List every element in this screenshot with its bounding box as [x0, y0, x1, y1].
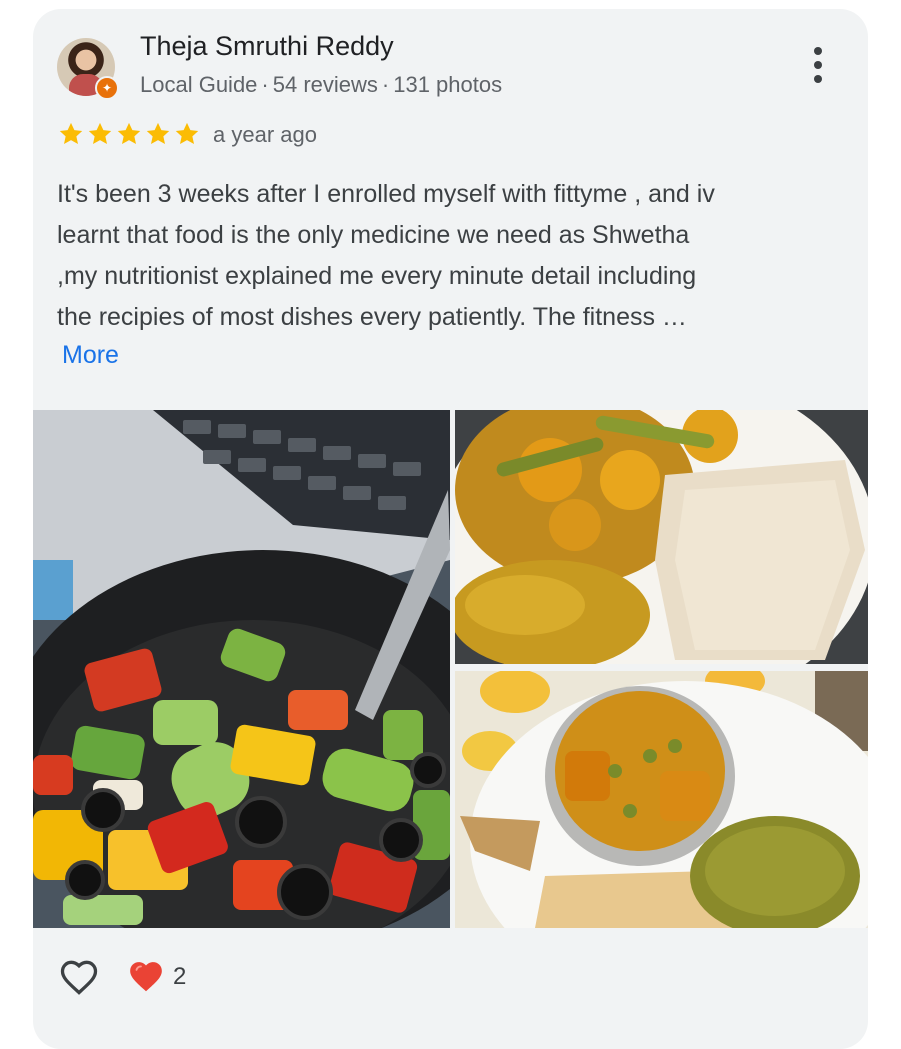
- review-text-line: It's been 3 weeks after I enrolled mysel…: [57, 180, 715, 208]
- review-text[interactable]: It's been 3 weeks after I enrolled mysel…: [57, 174, 847, 338]
- like-heart-outline-icon[interactable]: [57, 955, 101, 999]
- review-actions: 2: [57, 955, 186, 999]
- star-icon: [88, 122, 112, 145]
- heart-reaction-button[interactable]: 2: [127, 958, 186, 996]
- star-icon: [59, 122, 83, 145]
- local-guide-badge-icon: ✦: [95, 76, 119, 100]
- heart-reaction-icon: [130, 962, 162, 992]
- review-photo-dosa[interactable]: [455, 410, 868, 664]
- star-icon: [146, 122, 170, 145]
- review-text-line: ,my nutritionist explained me every minu…: [57, 262, 697, 290]
- local-guide-label: Local Guide: [140, 72, 258, 97]
- review-text-line: learnt that food is the only medicine we…: [57, 221, 690, 249]
- reviewer-name[interactable]: Theja Smruthi Reddy: [140, 31, 394, 62]
- more-vert-icon: [814, 47, 822, 55]
- review-photo-curry[interactable]: [455, 671, 868, 928]
- star-rating: [57, 120, 201, 148]
- review-photos: [33, 410, 868, 928]
- star-icon: [117, 122, 141, 145]
- more-options-button[interactable]: [807, 47, 829, 83]
- star-icon: [175, 122, 199, 145]
- photo-count: 131 photos: [393, 72, 503, 97]
- review-card: ✦ Theja Smruthi Reddy Local Guide · 54 rev…: [33, 9, 868, 1049]
- reviewer-meta: Local Guide · 54 reviews · 131 photos: [140, 72, 503, 97]
- review-date: a year ago: [213, 122, 317, 147]
- review-text-line: the recipies of most dishes every patien…: [57, 303, 687, 331]
- reaction-count: 2: [173, 963, 187, 990]
- review-photo-salad[interactable]: [33, 410, 450, 928]
- review-count: 54 reviews: [272, 72, 378, 97]
- more-link[interactable]: More: [62, 341, 119, 370]
